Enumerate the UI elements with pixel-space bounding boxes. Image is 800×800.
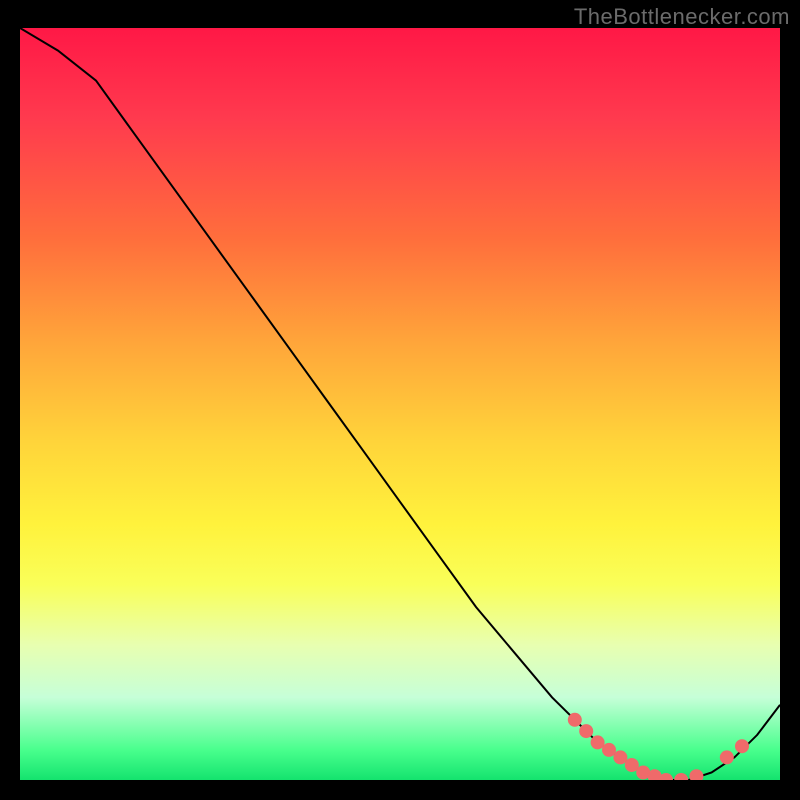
marker-dot [674, 773, 688, 780]
marker-dot [689, 769, 703, 780]
marker-dot [613, 750, 627, 764]
marker-dot [720, 750, 734, 764]
watermark-label: TheBottlenecker.com [574, 4, 790, 30]
marker-dot [735, 739, 749, 753]
marker-dot [625, 758, 639, 772]
marker-dot [602, 743, 616, 757]
chart-container: TheBottlenecker.com [0, 0, 800, 800]
bottleneck-curve [20, 28, 780, 780]
marker-dot [591, 735, 605, 749]
marker-dots [568, 713, 749, 780]
plot-area [20, 28, 780, 780]
marker-dot [579, 724, 593, 738]
chart-svg [20, 28, 780, 780]
marker-dot [568, 713, 582, 727]
